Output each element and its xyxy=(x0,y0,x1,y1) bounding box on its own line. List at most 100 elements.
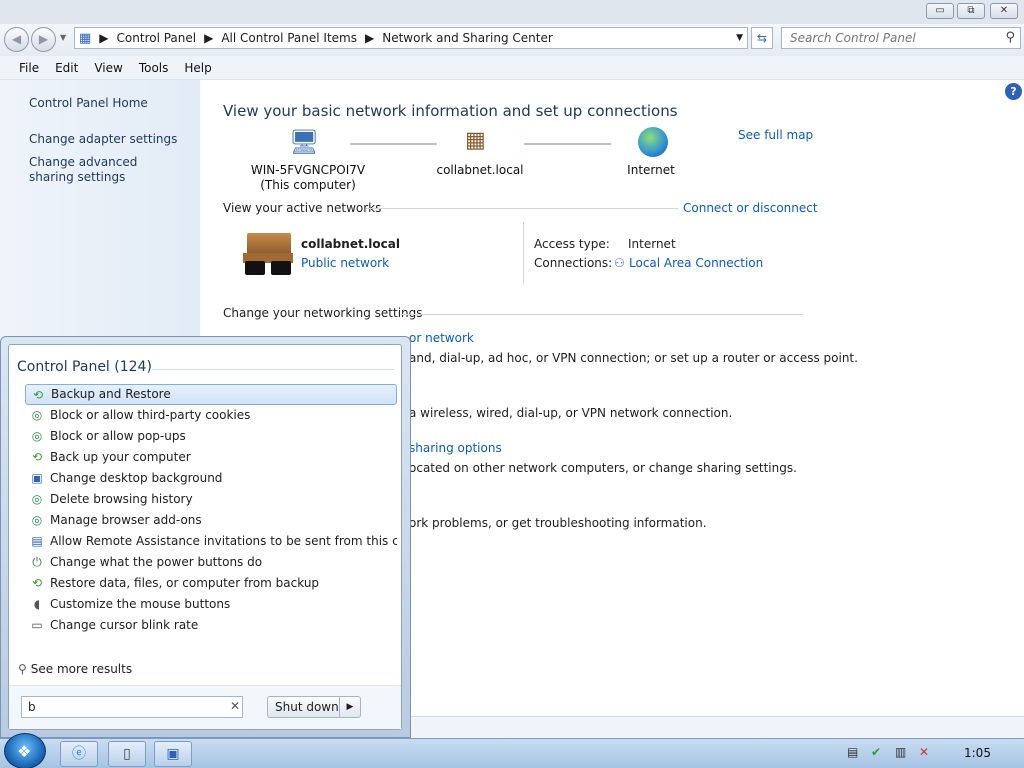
start-button[interactable]: ❖ xyxy=(4,733,46,768)
taskbar-clock[interactable]: 1:05 xyxy=(964,746,991,760)
globe-icon xyxy=(638,127,668,157)
backup-icon: ⟲ xyxy=(31,576,43,590)
internet-label: Internet xyxy=(627,163,675,177)
results-group-header[interactable]: Control Panel (124) xyxy=(17,359,152,375)
notepad-icon[interactable]: ▯ xyxy=(108,741,146,767)
breadcrumb-control-panel[interactable]: Control Panel xyxy=(117,31,197,45)
internet-options-icon: ◎ xyxy=(31,408,43,422)
menu-file[interactable]: File xyxy=(19,61,39,75)
troubleshoot-desc-partial: ork problems, or get troubleshooting inf… xyxy=(409,516,707,530)
result-item[interactable]: ◎ Delete browsing history xyxy=(25,489,397,510)
divider xyxy=(366,208,678,209)
search-box[interactable]: Search Control Panel ⚲ xyxy=(781,27,1021,49)
active-network-name: collabnet.local xyxy=(301,237,400,251)
computer-icon: 🖥 xyxy=(289,128,320,156)
setup-network-link-partial[interactable]: or network xyxy=(409,331,474,345)
network-tray-icon[interactable]: ▥ xyxy=(895,745,906,759)
breadcrumb-all-items[interactable]: All Control Panel Items xyxy=(221,31,357,45)
see-more-results-link[interactable]: ⚲ See more results xyxy=(18,662,132,676)
menu-tools[interactable]: Tools xyxy=(139,61,169,75)
help-icon[interactable]: ? xyxy=(1005,83,1022,100)
menu-edit[interactable]: Edit xyxy=(55,61,78,75)
internet-explorer-icon[interactable]: ⓔ xyxy=(60,741,98,767)
mouse-icon: ◖ xyxy=(33,597,41,611)
shut-down-label: Shut down xyxy=(275,700,339,714)
breadcrumb-separator[interactable]: ▶ xyxy=(365,31,374,45)
result-item[interactable]: ▣ Change desktop background xyxy=(25,468,397,489)
search-icon: ⚲ xyxy=(18,662,27,676)
search-placeholder: Search Control Panel xyxy=(790,31,916,45)
backup-icon: ⟲ xyxy=(31,450,43,464)
page-title: View your basic network information and … xyxy=(223,102,678,120)
clear-search-icon[interactable]: ✕ xyxy=(227,696,243,718)
network-name: collabnet.local xyxy=(436,163,524,177)
change-advanced-sharing-link[interactable]: Change advanced sharing settings xyxy=(29,155,179,185)
result-item[interactable]: ◎ Manage browser add-ons xyxy=(25,510,397,531)
taskbar: ❖ ⓔ ▯ ▣ ▤ ✔ ▥ ✕ 1:05 xyxy=(0,733,1024,768)
sharing-options-link-partial[interactable]: sharing options xyxy=(409,441,502,455)
result-item[interactable]: ⟲ Back up your computer xyxy=(25,447,397,468)
keyboard-icon: ▭ xyxy=(31,618,43,632)
internet-options-icon: ◎ xyxy=(31,492,43,506)
shut-down-button[interactable]: Shut down ▶ xyxy=(267,696,361,718)
see-full-map-link[interactable]: See full map xyxy=(738,128,813,142)
display-icon: ▣ xyxy=(31,471,43,485)
map-node-computer[interactable]: WIN-5FVGNCPOI7V (This computer) xyxy=(248,163,368,193)
breadcrumb-network-sharing-center[interactable]: Network and Sharing Center xyxy=(382,31,553,45)
network-bench-icon xyxy=(243,233,293,275)
change-adapter-settings-link[interactable]: Change adapter settings xyxy=(29,132,177,147)
connect-network-desc-partial: a wireless, wired, dial-up, or VPN netwo… xyxy=(409,406,733,420)
back-button[interactable]: ◀ xyxy=(4,27,29,52)
refresh-button[interactable]: ⇆ xyxy=(751,27,773,49)
divider xyxy=(523,222,524,284)
computer-name: WIN-5FVGNCPOI7V xyxy=(250,163,366,177)
control-panel-taskbar-icon[interactable]: ▣ xyxy=(154,741,192,767)
start-menu-search-results: Control Panel (124) ⟲ Backup and Restore … xyxy=(8,344,402,730)
menu-help[interactable]: Help xyxy=(184,61,211,75)
computer-sub: (This computer) xyxy=(260,178,356,192)
divider xyxy=(152,369,394,370)
public-network-link[interactable]: Public network xyxy=(301,256,389,270)
access-type-label: Access type: xyxy=(534,237,610,251)
networking-settings-header: Change your networking settings xyxy=(223,306,423,320)
close-button[interactable]: ✕ xyxy=(990,3,1018,19)
volume-muted-icon[interactable]: ✕ xyxy=(919,745,929,759)
result-item[interactable]: ◎ Block or allow pop-ups xyxy=(25,426,397,447)
power-icon: ⏻ xyxy=(32,555,42,569)
breadcrumb-separator[interactable]: ▶ xyxy=(99,31,108,45)
breadcrumb-separator[interactable]: ▶ xyxy=(204,31,213,45)
window-title-bar: ▭ ⧉ ✕ xyxy=(0,0,1024,24)
result-item[interactable]: ◎ Block or allow third-party cookies xyxy=(25,405,397,426)
active-networks-header: View your active networks xyxy=(223,201,382,215)
result-item[interactable]: ▭ Change cursor blink rate xyxy=(25,615,397,636)
shut-down-options-chevron-icon[interactable]: ▶ xyxy=(339,697,360,717)
menu-view[interactable]: View xyxy=(94,61,122,75)
map-node-network[interactable]: collabnet.local xyxy=(430,163,530,178)
map-node-internet[interactable]: Internet xyxy=(621,163,681,178)
result-item[interactable]: ⟲ Restore data, files, or computer from b… xyxy=(25,573,397,594)
windows-logo-icon: ❖ xyxy=(17,742,32,761)
connect-or-disconnect-link[interactable]: Connect or disconnect xyxy=(683,201,818,215)
maximize-button[interactable]: ⧉ xyxy=(957,3,985,19)
network-bench-icon: ▦ xyxy=(465,128,486,153)
search-icon[interactable]: ⚲ xyxy=(1005,30,1015,45)
start-search-input[interactable]: b xyxy=(21,696,243,718)
result-item[interactable]: ▤ Allow Remote Assistance invitations to … xyxy=(25,531,397,552)
result-item[interactable]: ⏻ Change what the power buttons do xyxy=(25,552,397,573)
internet-options-icon: ◎ xyxy=(31,429,43,443)
minimize-button[interactable]: ▭ xyxy=(926,3,954,19)
result-item[interactable]: ⟲ Backup and Restore xyxy=(25,384,397,405)
address-dropdown-chevron-icon[interactable]: ▼ xyxy=(736,33,743,43)
control-panel-icon: ▦ xyxy=(79,30,92,46)
forward-button[interactable]: ▶ xyxy=(31,27,56,52)
control-panel-home-link[interactable]: Control Panel Home xyxy=(29,96,148,111)
update-shield-icon[interactable]: ✔ xyxy=(871,745,881,759)
address-bar[interactable]: ▦ ▶ Control Panel ▶ All Control Panel It… xyxy=(74,27,748,49)
map-connection-line xyxy=(350,143,437,145)
recent-pages-chevron-icon[interactable]: ▼ xyxy=(60,33,66,42)
local-area-connection-link[interactable]: Local Area Connection xyxy=(629,256,763,270)
result-item[interactable]: ◖ Customize the mouse buttons xyxy=(25,594,397,615)
menu-bar: File Edit View Tools Help xyxy=(0,56,1024,80)
access-type-value: Internet xyxy=(628,237,676,251)
action-center-icon[interactable]: ▤ xyxy=(847,745,858,759)
